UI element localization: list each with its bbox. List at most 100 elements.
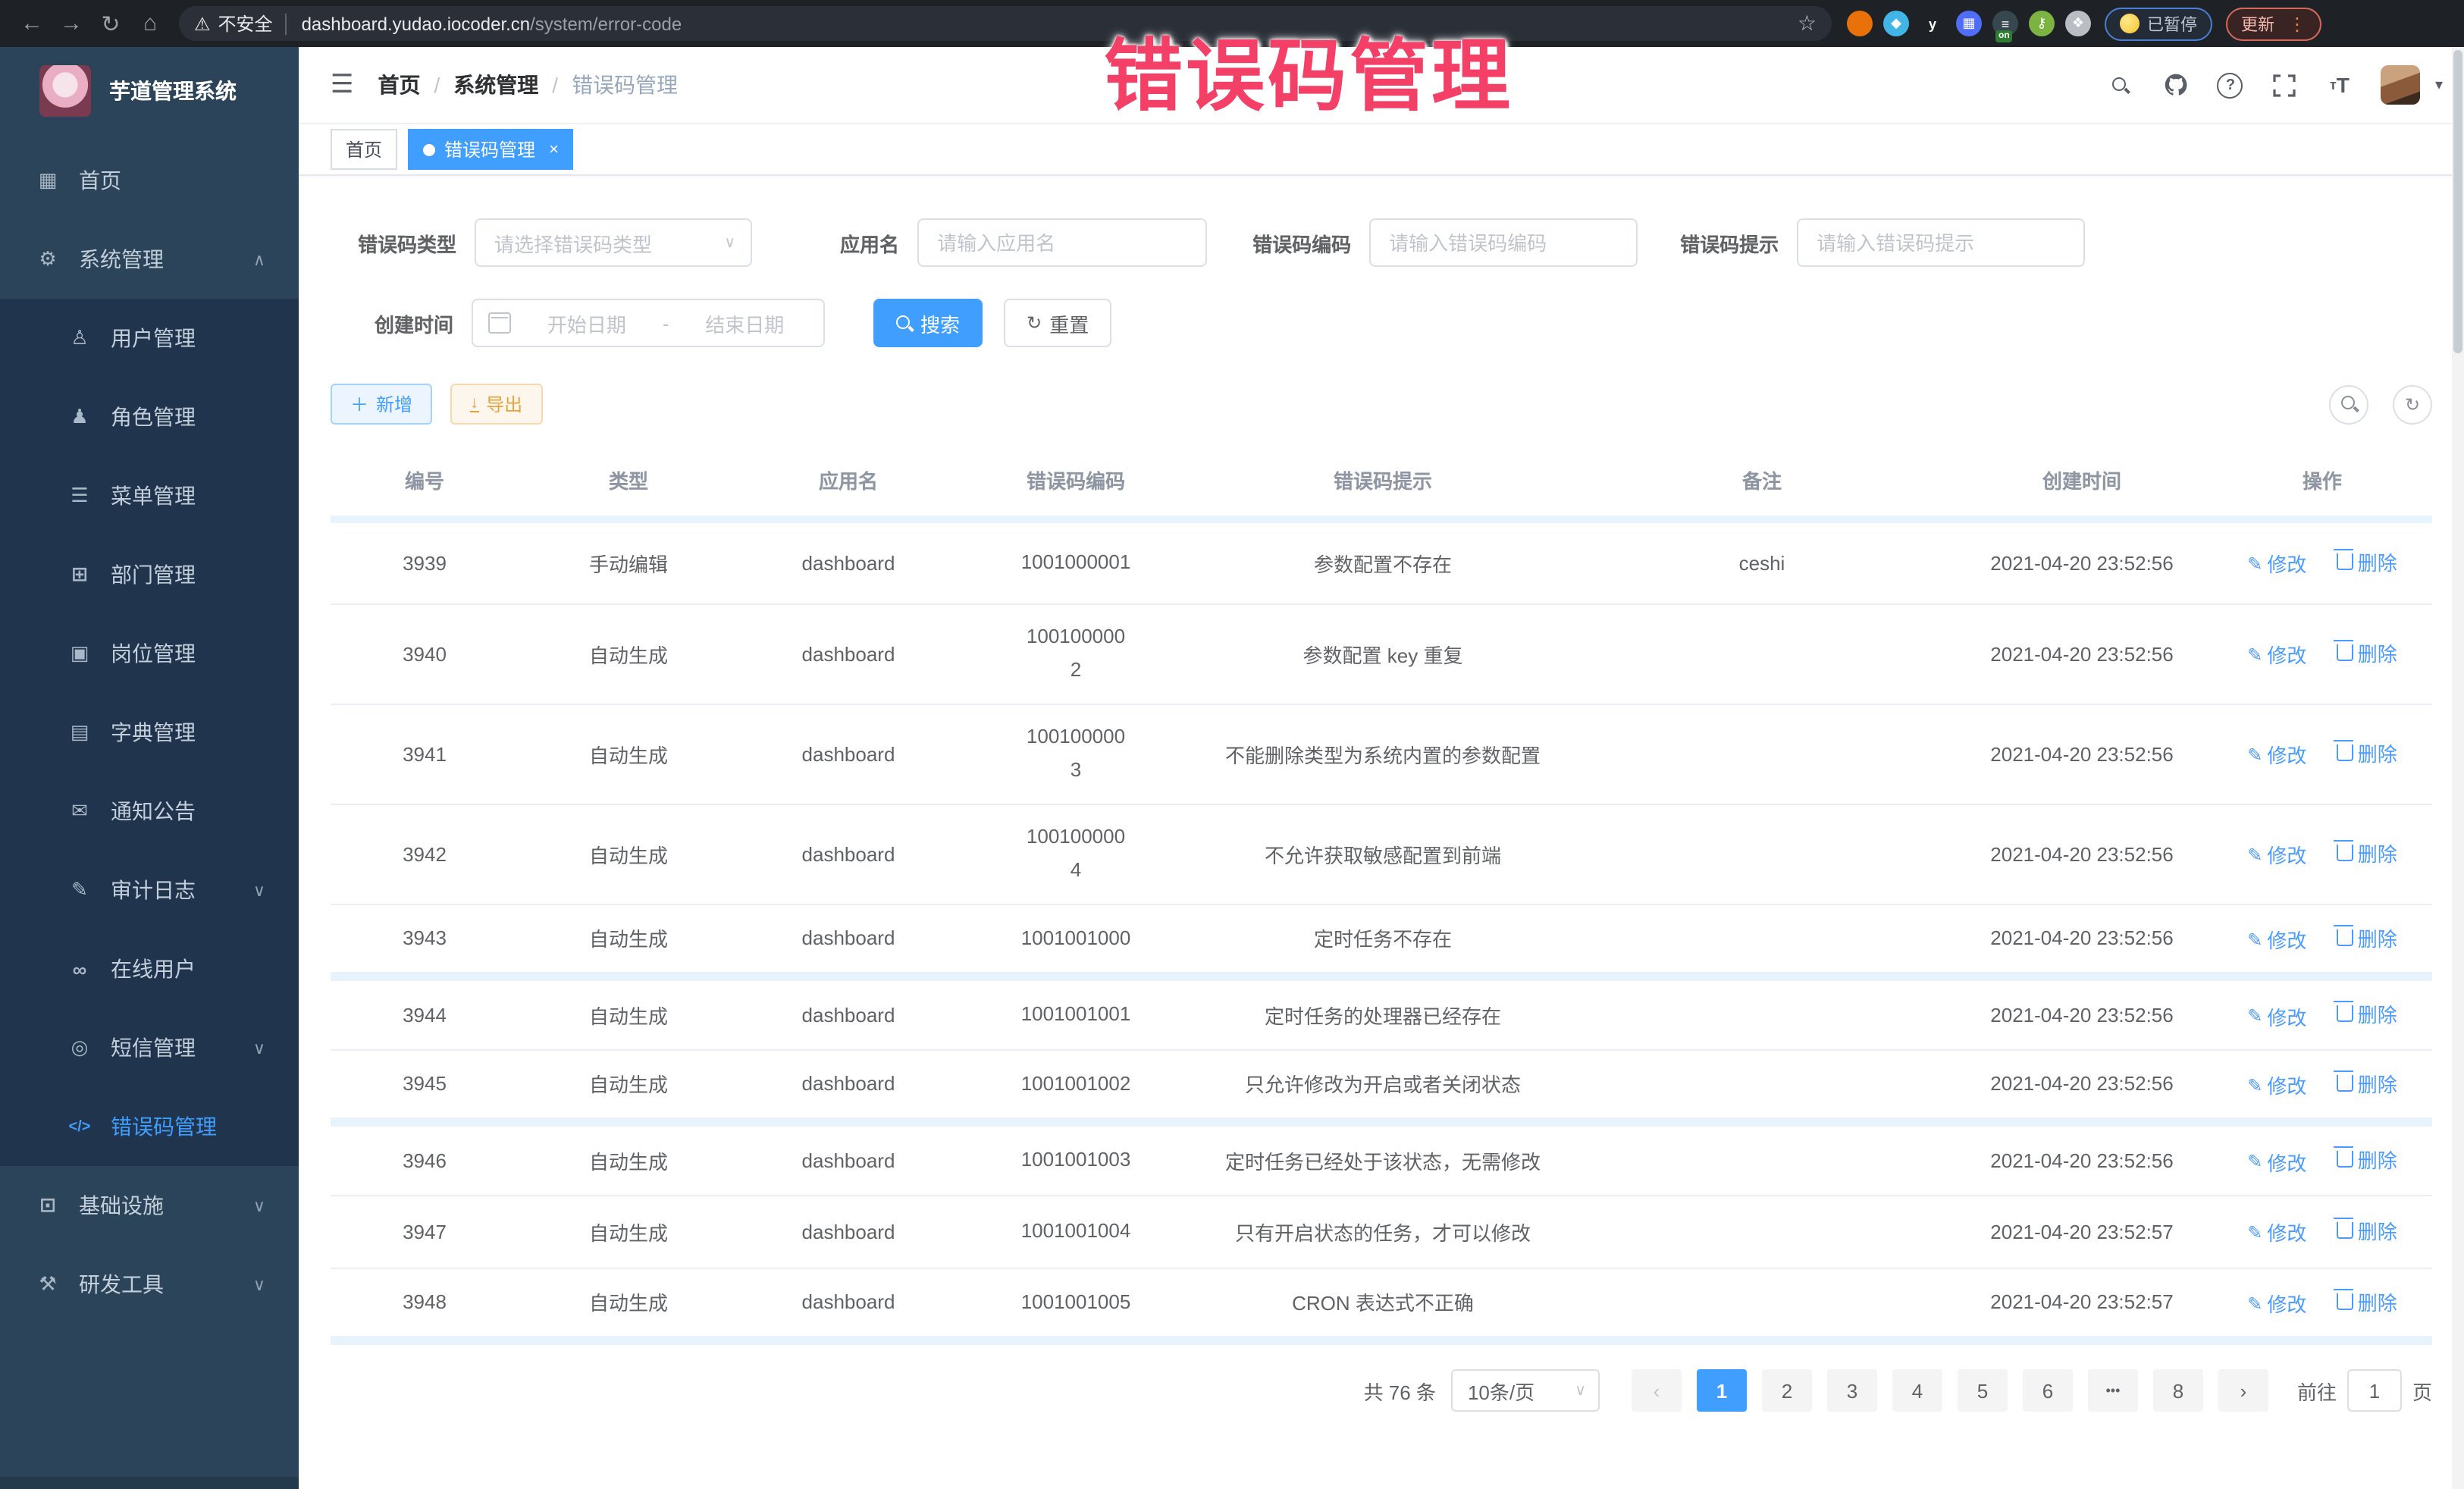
next-page-button[interactable]: › (2218, 1369, 2268, 1412)
sidebar-item[interactable]: ⚙ 系统管理 ∧ (0, 220, 299, 299)
goto-page-input[interactable] (2347, 1369, 2402, 1412)
sidebar-item[interactable]: ⊞ 部门管理 (0, 535, 299, 614)
user-avatar[interactable] (2381, 65, 2420, 105)
sidebar-item[interactable]: ∞ 在线用户 (0, 929, 299, 1008)
tab-error-code[interactable]: 错误码管理 × (408, 129, 574, 170)
page-button[interactable]: 5 (1958, 1369, 2008, 1412)
table-row[interactable]: 3940 自动生成 dashboard 100100000 2 参数配置 key… (331, 603, 2432, 704)
logo-row[interactable]: 芋道管理系统 (0, 47, 299, 135)
sidebar-item[interactable]: ⚒ 研发工具 ∨ (0, 1245, 299, 1324)
sidebar-item[interactable]: ♟ 角色管理 (0, 378, 299, 456)
table-row[interactable]: 3943 自动生成 dashboard 1001001000 定时任务不存在 2… (331, 904, 2432, 976)
page-button[interactable]: 3 (1827, 1369, 1877, 1412)
edit-link[interactable]: ✎修改 (2247, 641, 2306, 669)
sidebar-item[interactable]: ▤ 字典管理 (0, 693, 299, 772)
error-msg-input[interactable] (1797, 218, 2085, 267)
help-icon[interactable]: ? (2217, 71, 2244, 99)
table-row[interactable]: 3944 自动生成 dashboard 1001001001 定时任务的处理器已… (331, 976, 2432, 1049)
page-scrollbar[interactable] (2452, 47, 2464, 1489)
browser-menu-icon[interactable]: ⋮ (2288, 13, 2306, 34)
error-code-input[interactable] (1369, 218, 1638, 267)
extension-list-icon[interactable]: ≡on (1992, 11, 2018, 36)
delete-link[interactable]: 删除 (2337, 1068, 2397, 1097)
font-size-icon[interactable]: тT (2326, 71, 2353, 99)
edit-link[interactable]: ✎修改 (2247, 550, 2306, 578)
sidebar-item[interactable]: ▦ 首页 (0, 141, 299, 220)
table-row[interactable]: 3939 手动编辑 dashboard 1001000001 参数配置不存在 c… (331, 519, 2432, 603)
sidebar-item[interactable]: ⊡ 基础设施 ∨ (0, 1166, 299, 1245)
close-tab-icon[interactable]: × (549, 140, 559, 158)
delete-link[interactable]: 删除 (2337, 1287, 2397, 1315)
edit-link[interactable]: ✎修改 (2247, 841, 2306, 870)
back-icon[interactable]: ← (12, 11, 52, 36)
not-secure-label[interactable]: 不安全 (218, 11, 273, 36)
edit-link[interactable]: ✎修改 (2247, 1002, 2306, 1030)
sidebar-item[interactable]: ♙ 用户管理 (0, 299, 299, 378)
create-time-range-picker[interactable]: 开始日期 - 结束日期 (472, 299, 825, 347)
sidebar-item[interactable]: ✉ 通知公告 (0, 772, 299, 851)
delete-link[interactable]: 删除 (2337, 738, 2397, 767)
fullscreen-icon[interactable] (2271, 71, 2299, 99)
update-button[interactable]: 更新 ⋮ (2226, 7, 2321, 40)
more-pages-button[interactable]: ••• (2088, 1369, 2138, 1412)
scrollbar-thumb[interactable] (2453, 50, 2462, 353)
table-row[interactable]: 3946 自动生成 dashboard 1001001003 定时任务已经处于该… (331, 1122, 2432, 1195)
chevron-down-icon[interactable]: ▾ (2435, 77, 2443, 93)
table-row[interactable]: 3941 自动生成 dashboard 100100000 3 不能删除类型为系… (331, 704, 2432, 804)
edit-link[interactable]: ✎修改 (2247, 1147, 2306, 1176)
extension-key-icon[interactable]: ⚷ (2029, 11, 2055, 36)
add-button[interactable]: ＋ 新增 (331, 384, 432, 425)
breadcrumb-home[interactable]: 首页 (378, 70, 421, 100)
delete-link[interactable]: 删除 (2337, 547, 2397, 576)
toggle-search-icon[interactable] (2329, 384, 2368, 424)
extension-puzzle-icon[interactable]: ❖ (2065, 11, 2091, 36)
delete-link[interactable]: 删除 (2337, 638, 2397, 667)
edit-link[interactable]: ✎修改 (2247, 741, 2306, 770)
sidebar-item[interactable]: ☰ 菜单管理 (0, 456, 299, 535)
forward-icon[interactable]: → (52, 11, 91, 36)
edit-link[interactable]: ✎修改 (2247, 925, 2306, 954)
search-icon[interactable] (2108, 71, 2135, 99)
table-row[interactable]: 3945 自动生成 dashboard 1001001002 只允许修改为开启或… (331, 1049, 2432, 1122)
extension-grid-icon[interactable]: ▦ (1956, 11, 1982, 36)
profile-paused-pill[interactable]: 已暂停 (2105, 7, 2212, 40)
delete-link[interactable]: 删除 (2337, 999, 2397, 1028)
delete-link[interactable]: 删除 (2337, 923, 2397, 951)
refresh-table-icon[interactable]: ↻ (2393, 384, 2432, 424)
sidebar-item[interactable]: ▣ 岗位管理 (0, 614, 299, 693)
github-icon[interactable] (2162, 71, 2190, 99)
table-row[interactable]: 3942 自动生成 dashboard 100100000 4 不允许获取敏感配… (331, 804, 2432, 904)
home-icon[interactable]: ⌂ (130, 11, 170, 36)
delete-link[interactable]: 删除 (2337, 1216, 2397, 1245)
sidebar-item[interactable]: </> 错误码管理 (0, 1087, 299, 1166)
prev-page-button[interactable]: ‹ (1632, 1369, 1682, 1412)
delete-link[interactable]: 删除 (2337, 1145, 2397, 1174)
address-bar[interactable]: ⚠ 不安全 dashboard.yudao.iocoder.cn/system/… (179, 6, 1832, 41)
page-button[interactable]: 6 (2023, 1369, 2073, 1412)
page-size-select[interactable]: 10条/页 ∨ (1451, 1369, 1600, 1412)
menu-fold-icon[interactable]: ☰ (331, 70, 354, 100)
table-row[interactable]: 3947 自动生成 dashboard 1001001004 只有开启状态的任务… (331, 1195, 2432, 1268)
reset-button[interactable]: ↻ 重置 (1004, 299, 1111, 347)
app-name-input[interactable] (917, 218, 1207, 267)
edit-link[interactable]: ✎修改 (2247, 1071, 2306, 1099)
sidebar-item[interactable]: ✎ 审计日志 ∨ (0, 851, 299, 929)
sidebar-item[interactable]: ◎ 短信管理 ∨ (0, 1008, 299, 1087)
delete-link[interactable]: 删除 (2337, 839, 2397, 867)
bookmark-star-icon[interactable]: ☆ (1798, 11, 1817, 36)
breadcrumb-system[interactable]: 系统管理 (453, 70, 538, 100)
error-code-type-select[interactable]: 请选择错误码类型 ∨ (475, 218, 752, 267)
extension-gem-icon[interactable]: ◆ (1883, 11, 1909, 36)
search-button[interactable]: 搜索 (873, 299, 983, 347)
extension-orange-icon[interactable] (1847, 11, 1873, 36)
extension-green-y-icon[interactable]: y (1920, 11, 1945, 36)
page-button[interactable]: 1 (1697, 1369, 1747, 1412)
page-button[interactable]: 4 (1892, 1369, 1942, 1412)
edit-link[interactable]: ✎修改 (2247, 1218, 2306, 1247)
reload-icon[interactable]: ↻ (91, 10, 130, 37)
page-button[interactable]: 2 (1762, 1369, 1812, 1412)
table-row[interactable]: 3948 自动生成 dashboard 1001001005 CRON 表达式不… (331, 1268, 2432, 1340)
edit-link[interactable]: ✎修改 (2247, 1289, 2306, 1318)
export-button[interactable]: ↓ 导出 (450, 384, 542, 425)
page-button[interactable]: 8 (2153, 1369, 2203, 1412)
